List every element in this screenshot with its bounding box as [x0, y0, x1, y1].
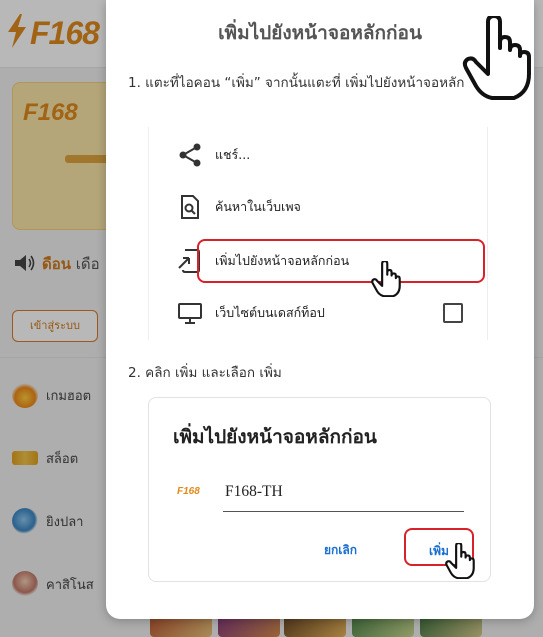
step2-instruction: 2. คลิก เพิ่ม และเลือก เพิ่ม [128, 365, 282, 381]
app-icon: F168 [177, 486, 200, 497]
app-name-field: F168-TH [225, 483, 283, 500]
highlight-frame [197, 239, 485, 283]
add-dialog-preview: เพิ่มไปยังหน้าจอหลักก่อน F168 F168-TH ยก… [148, 397, 491, 582]
menu-row-label: แชร์... [215, 147, 251, 162]
menu-row-find-in-page: ค้นหาในเว็บเพจ [149, 181, 489, 233]
share-icon [179, 143, 201, 167]
pointing-hand-icon [371, 261, 401, 297]
dialog-title: เพิ่มไปยังหน้าจอหลักก่อน [173, 426, 377, 448]
desktop-icon [178, 303, 202, 324]
menu-row-desktop-site: เว็บไซต์บนเดสก์ท็อป [149, 287, 489, 339]
menu-row-share: แชร์... [149, 129, 489, 181]
add-to-home-popup: เพิ่มไปยังหน้าจอหลักก่อน 1. แตะที่ไอคอน … [106, 0, 534, 619]
find-in-page-icon [181, 195, 199, 219]
browser-menu-preview: แชร์... ค้นหาในเว็บเพจ เพิ่มไปยังหน้าจอห… [148, 127, 488, 340]
field-underline [223, 511, 464, 512]
pointing-hand-icon [445, 543, 475, 579]
menu-row-label: ค้นหาในเว็บเพจ [215, 199, 301, 214]
cancel-button: ยกเลิก [324, 543, 358, 557]
desktop-site-checkbox [443, 303, 463, 323]
app-icon-text: F168 [177, 486, 200, 497]
menu-row-label: เว็บไซต์บนเดสก์ท็อป [215, 305, 325, 320]
step1-instruction: 1. แตะที่ไอคอน “เพิ่ม” จากนั้นแตะที่ เพิ… [128, 75, 465, 91]
